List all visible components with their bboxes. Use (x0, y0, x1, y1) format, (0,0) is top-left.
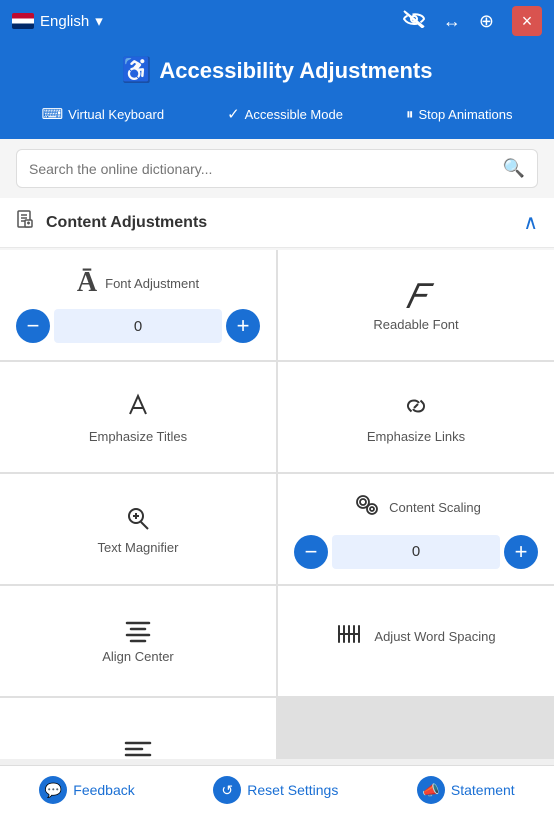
close-button[interactable]: × (512, 6, 542, 36)
text-magnifier-icon (122, 503, 154, 540)
content-scaling-stepper: − 0 + (294, 535, 538, 569)
align-center-icon (122, 618, 154, 649)
search-bar[interactable]: 🔍 (16, 149, 538, 188)
content-scaling-header: Content Scaling (351, 490, 481, 525)
emphasize-titles-label: Emphasize Titles (89, 429, 187, 444)
scaling-decrement-button[interactable]: − (294, 535, 328, 569)
feedback-icon: 💬 (39, 776, 67, 804)
text-magnifier-card[interactable]: Text Magnifier (0, 474, 276, 584)
page-title: Accessibility Adjustments (159, 58, 432, 84)
align-center-label: Align Center (102, 649, 174, 664)
main-panel: ♿ Accessibility Adjustments ⌨ Virtual Ke… (0, 42, 554, 759)
reset-label: Reset Settings (247, 782, 338, 798)
section-header: Content Adjustments ∧ (0, 198, 554, 248)
arrows-h-icon[interactable]: ↔ (443, 11, 461, 32)
content-scaling-icon (351, 490, 381, 525)
language-selector[interactable]: English ▾ (12, 12, 103, 30)
nav-accessible-label: Accessible Mode (245, 107, 343, 122)
text-magnifier-label: Text Magnifier (98, 540, 179, 555)
word-spacing-card[interactable]: Adjust Word Spacing (278, 586, 554, 696)
content-area: 🔍 Con (0, 139, 554, 759)
word-spacing-label: Adjust Word Spacing (374, 629, 495, 644)
word-spacing-icon (336, 622, 366, 651)
section-title-group: Content Adjustments (16, 210, 207, 235)
top-bar: English ▾ ↔ ⊕ × (0, 0, 554, 42)
emphasize-titles-icon (122, 390, 154, 429)
font-value: 0 (54, 309, 222, 343)
globe-icon[interactable]: ⊕ (479, 11, 494, 32)
checkmark-icon: ✓ (227, 105, 240, 123)
align-left-card[interactable] (0, 698, 276, 759)
feedback-label: Feedback (73, 782, 134, 798)
section-label: Content Adjustments (46, 214, 207, 232)
nav-accessible-mode[interactable]: ✓ Accessible Mode (219, 101, 351, 127)
word-spacing-header: Adjust Word Spacing (336, 622, 495, 651)
nav-keyboard-label: Virtual Keyboard (68, 107, 164, 122)
nav-animations-label: Stop Animations (419, 107, 513, 122)
flag-icon (12, 13, 34, 29)
search-input[interactable] (29, 161, 503, 177)
nav-virtual-keyboard[interactable]: ⌨ Virtual Keyboard (34, 101, 173, 127)
font-adjustment-stepper: − 0 + (16, 309, 260, 343)
readable-font-card[interactable]: 𝐹 Readable Font (278, 250, 554, 360)
emphasize-links-icon (400, 390, 432, 429)
statement-icon: 📣 (417, 776, 445, 804)
emphasize-links-card[interactable]: Emphasize Links (278, 362, 554, 472)
search-icon: 🔍 (503, 158, 525, 179)
title-area: ♿ Accessibility Adjustments (0, 42, 554, 95)
font-adjustment-card[interactable]: Ā Font Adjustment − 0 + (0, 250, 276, 360)
eye-slash-icon[interactable] (403, 10, 425, 33)
dropdown-arrow: ▾ (95, 12, 103, 30)
reset-settings-button[interactable]: ↺ Reset Settings (213, 776, 338, 804)
font-adjustment-header: Ā Font Adjustment (77, 267, 199, 299)
statement-label: Statement (451, 782, 515, 798)
font-decrement-button[interactable]: − (16, 309, 50, 343)
readable-font-label: Readable Font (373, 317, 458, 332)
align-left-icon (122, 738, 154, 760)
accessibility-icon: ♿ (122, 56, 152, 85)
content-scaling-label: Content Scaling (389, 500, 481, 515)
align-center-card[interactable]: Align Center (0, 586, 276, 696)
font-increment-button[interactable]: + (226, 309, 260, 343)
emphasize-titles-card[interactable]: Emphasize Titles (0, 362, 276, 472)
emphasize-links-label: Emphasize Links (367, 429, 465, 444)
language-label: English (40, 13, 89, 30)
nav-stop-animations[interactable]: ⏸ Stop Animations (398, 101, 520, 127)
scaling-increment-button[interactable]: + (504, 535, 538, 569)
font-icon: Ā (77, 267, 97, 299)
scaling-value: 0 (332, 535, 500, 569)
footer: 💬 Feedback ↺ Reset Settings 📣 Statement (0, 765, 554, 814)
pause-icon: ⏸ (406, 106, 414, 123)
reset-icon: ↺ (213, 776, 241, 804)
content-scaling-card[interactable]: Content Scaling − 0 + (278, 474, 554, 584)
top-bar-right: ↔ ⊕ × (403, 6, 542, 36)
readable-font-icon: 𝐹 (406, 279, 426, 317)
cards-grid: Ā Font Adjustment − 0 + 𝐹 Readable Font (0, 250, 554, 759)
feedback-button[interactable]: 💬 Feedback (39, 776, 134, 804)
keyboard-icon: ⌨ (42, 105, 64, 123)
nav-bar: ⌨ Virtual Keyboard ✓ Accessible Mode ⏸ S… (0, 95, 554, 139)
section-doc-icon (16, 210, 36, 235)
collapse-button[interactable]: ∧ (523, 210, 538, 235)
font-adjustment-label: Font Adjustment (105, 276, 199, 291)
statement-button[interactable]: 📣 Statement (417, 776, 515, 804)
